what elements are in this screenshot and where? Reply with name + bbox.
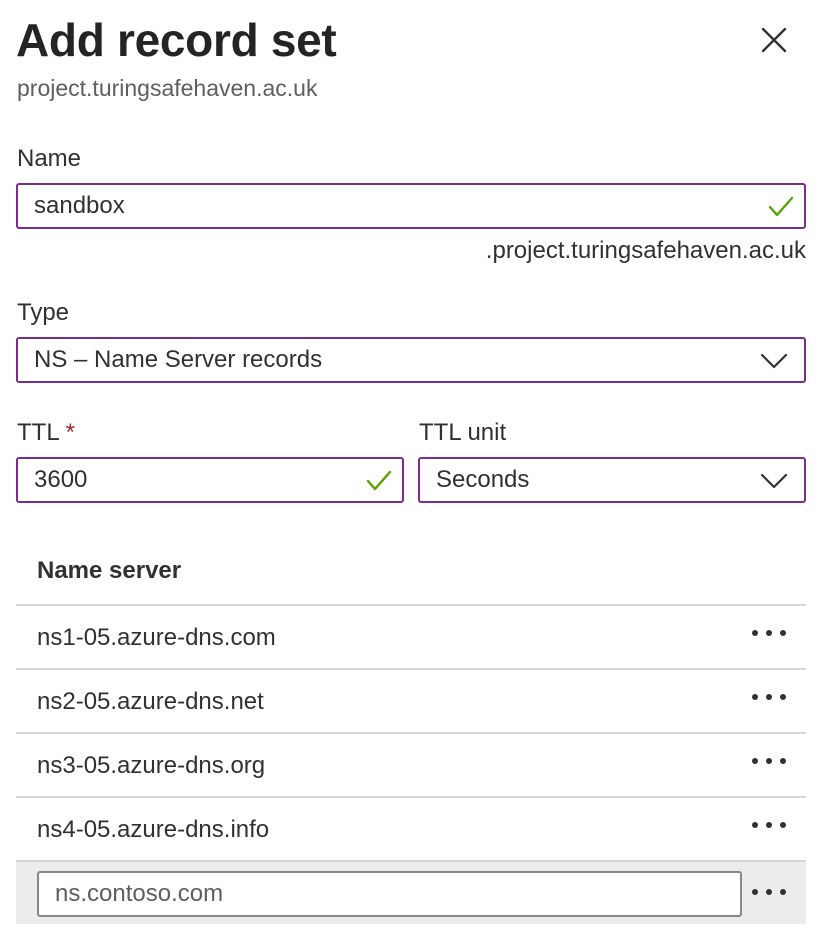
ttl-unit-dropdown[interactable]: Seconds <box>418 457 806 503</box>
chevron-down-icon <box>760 473 788 489</box>
name-input[interactable]: sandbox <box>16 183 806 229</box>
more-options-icon <box>752 758 758 764</box>
type-label: Type <box>17 299 70 326</box>
more-options-button[interactable] <box>752 822 786 830</box>
checkmark-icon <box>768 196 794 217</box>
panel-title: Add record set <box>16 14 337 66</box>
name-label: Name <box>17 145 82 172</box>
name-domain-suffix: .project.turingsafehaven.ac.uk <box>485 237 806 264</box>
chevron-down-icon <box>760 353 788 369</box>
close-icon <box>761 27 787 53</box>
more-options-button[interactable] <box>752 758 786 766</box>
ttl-unit-dropdown-value: Seconds <box>436 466 530 493</box>
more-options-button[interactable] <box>752 694 786 702</box>
more-options-icon <box>752 694 758 700</box>
more-options-icon <box>752 889 758 895</box>
type-dropdown[interactable]: NS – Name Server records <box>16 337 806 383</box>
more-options-icon <box>752 822 758 828</box>
ttl-label: TTL * <box>17 418 75 448</box>
name-server-value: ns2-05.azure-dns.net <box>37 688 264 715</box>
add-record-set-panel: Add record set project.turingsafehaven.a… <box>0 0 836 950</box>
name-server-value: ns3-05.azure-dns.org <box>37 752 266 779</box>
more-options-button[interactable] <box>752 889 786 897</box>
close-button[interactable] <box>758 24 790 56</box>
ttl-input[interactable]: 3600 <box>16 457 404 503</box>
new-name-server-row <box>16 862 806 924</box>
checkmark-icon <box>366 470 392 491</box>
more-options-button[interactable] <box>752 630 786 638</box>
more-options-icon <box>752 630 758 636</box>
name-server-row: ns4-05.azure-dns.info <box>16 798 806 860</box>
new-name-server-input[interactable] <box>37 871 742 917</box>
name-input-value: sandbox <box>34 192 125 219</box>
ttl-unit-label: TTL unit <box>419 419 507 446</box>
panel-subtitle: project.turingsafehaven.ac.uk <box>17 75 318 101</box>
type-dropdown-value: NS – Name Server records <box>34 346 323 373</box>
name-server-row: ns3-05.azure-dns.org <box>16 734 806 796</box>
name-server-column-header: Name server <box>37 557 182 584</box>
ttl-label-text: TTL <box>17 419 60 446</box>
required-marker: * <box>65 419 76 446</box>
name-server-row: ns2-05.azure-dns.net <box>16 670 806 732</box>
name-server-row: ns1-05.azure-dns.com <box>16 606 806 668</box>
name-server-value: ns4-05.azure-dns.info <box>37 816 270 843</box>
ttl-input-value: 3600 <box>34 466 88 493</box>
name-server-value: ns1-05.azure-dns.com <box>37 624 276 651</box>
